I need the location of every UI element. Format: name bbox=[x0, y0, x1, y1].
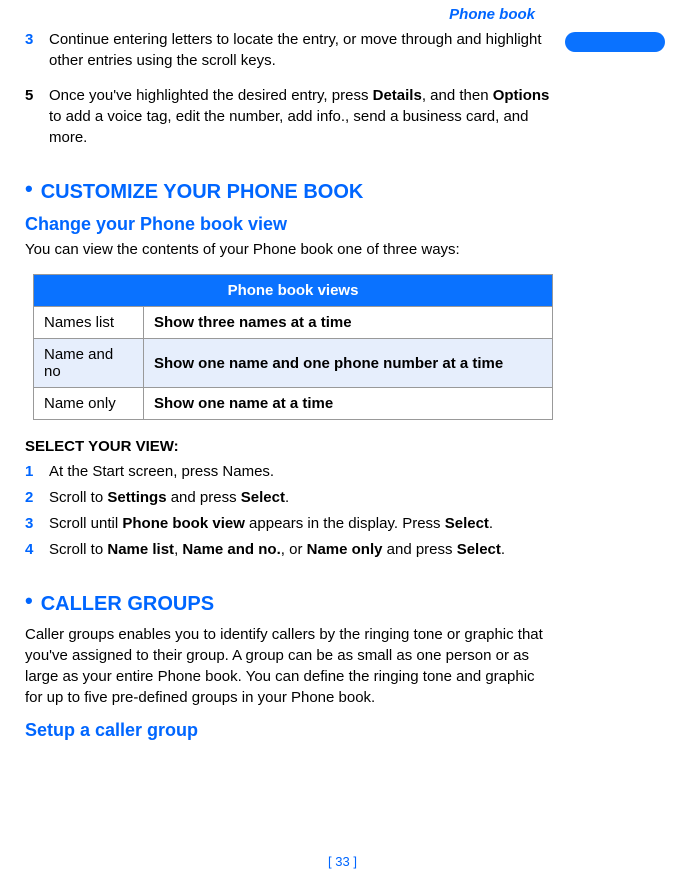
step-text: Scroll to Settings and press Select. bbox=[49, 487, 555, 508]
side-tab-marker bbox=[565, 32, 665, 52]
step-number: 3 bbox=[25, 513, 49, 534]
table-cell-label: Name and no bbox=[34, 339, 144, 388]
step-number: 3 bbox=[25, 29, 49, 71]
section-title: CALLER GROUPS bbox=[41, 593, 214, 615]
step-text: Once you've highlighted the desired entr… bbox=[49, 85, 555, 148]
section-title: CUSTOMIZE YOUR PHONE BOOK bbox=[41, 181, 364, 203]
step-number: 4 bbox=[25, 539, 49, 560]
table-header: Phone book views bbox=[34, 275, 553, 307]
step-number: 1 bbox=[25, 461, 49, 482]
phone-book-views-table: Phone book views Names list Show three n… bbox=[33, 274, 553, 420]
page-number: [ 33 ] bbox=[0, 854, 685, 869]
list-item: 3 Scroll until Phone book view appears i… bbox=[25, 513, 555, 534]
table-row: Name only Show one name at a time bbox=[34, 388, 553, 420]
step-text: Continue entering letters to locate the … bbox=[49, 29, 555, 71]
step-text: Scroll to Name list, Name and no., or Na… bbox=[49, 539, 555, 560]
table-row: Names list Show three names at a time bbox=[34, 307, 553, 339]
select-view-steps: 1 At the Start screen, press Names. 2 Sc… bbox=[25, 461, 555, 560]
table-cell-label: Name only bbox=[34, 388, 144, 420]
table-header-row: Phone book views bbox=[34, 275, 553, 307]
page-content: 3 Continue entering letters to locate th… bbox=[25, 29, 555, 741]
table-cell-desc: Show one name at a time bbox=[144, 388, 553, 420]
section-customize-heading: • CUSTOMIZE YOUR PHONE BOOK bbox=[25, 176, 555, 204]
step-number: 2 bbox=[25, 487, 49, 508]
step-number: 5 bbox=[25, 85, 49, 148]
step-5: 5 Once you've highlighted the desired en… bbox=[25, 85, 555, 148]
table-row: Name and no Show one name and one phone … bbox=[34, 339, 553, 388]
sub-setup-caller-group: Setup a caller group bbox=[25, 720, 555, 741]
step-3: 3 Continue entering letters to locate th… bbox=[25, 29, 555, 71]
list-item: 1 At the Start screen, press Names. bbox=[25, 461, 555, 482]
table-cell-desc: Show three names at a time bbox=[144, 307, 553, 339]
select-view-heading: SELECT YOUR VIEW: bbox=[25, 438, 555, 455]
sub-change-view: Change your Phone book view bbox=[25, 214, 555, 235]
page-header: Phone book bbox=[20, 0, 660, 29]
bullet-icon: • bbox=[25, 176, 33, 201]
caller-groups-text: Caller groups enables you to identify ca… bbox=[25, 624, 555, 708]
step-text: At the Start screen, press Names. bbox=[49, 461, 555, 482]
step-text: Scroll until Phone book view appears in … bbox=[49, 513, 555, 534]
list-item: 2 Scroll to Settings and press Select. bbox=[25, 487, 555, 508]
section-caller-groups-heading: • CALLER GROUPS bbox=[25, 588, 555, 616]
intro-text: You can view the contents of your Phone … bbox=[25, 239, 555, 260]
list-item: 4 Scroll to Name list, Name and no., or … bbox=[25, 539, 555, 560]
table-cell-desc: Show one name and one phone number at a … bbox=[144, 339, 553, 388]
table-cell-label: Names list bbox=[34, 307, 144, 339]
bullet-icon: • bbox=[25, 588, 33, 613]
